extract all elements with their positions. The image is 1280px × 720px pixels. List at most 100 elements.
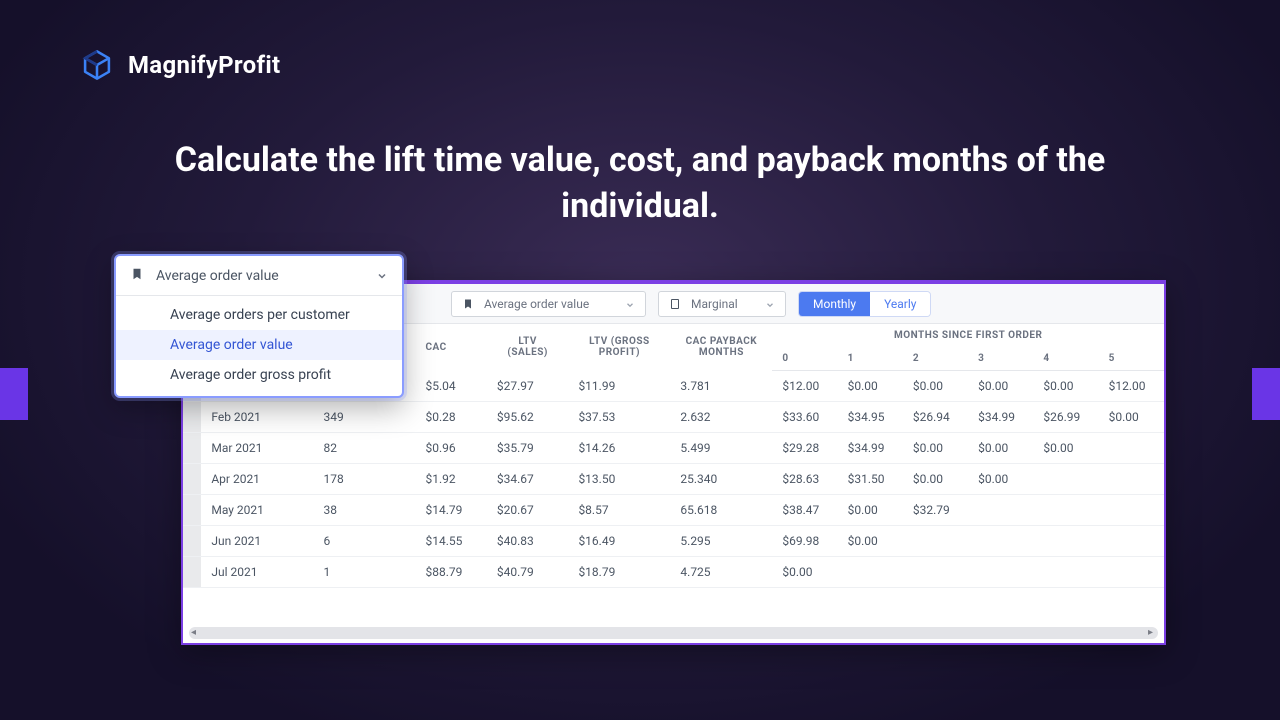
cell: $28.63 bbox=[772, 464, 837, 495]
dropdown-option[interactable]: Average order gross profit bbox=[116, 360, 402, 390]
cell: $69.98 bbox=[772, 526, 837, 557]
cell: 5.295 bbox=[670, 526, 772, 557]
cell: $0.00 bbox=[838, 526, 903, 557]
cell: $0.00 bbox=[903, 464, 968, 495]
cell: Mar 2021 bbox=[201, 433, 313, 464]
cell: 25.340 bbox=[670, 464, 772, 495]
cell: $35.79 bbox=[487, 433, 569, 464]
cell: 4.725 bbox=[670, 557, 772, 588]
table-row: Mar 202182$0.96$35.79$14.265.499$29.28$3… bbox=[183, 433, 1164, 464]
cell: 178 bbox=[314, 464, 416, 495]
cell: $0.00 bbox=[1099, 402, 1164, 433]
headline: Calculate the lift time value, cost, and… bbox=[140, 138, 1140, 230]
cell: Apr 2021 bbox=[201, 464, 313, 495]
cell: 1 bbox=[314, 557, 416, 588]
cell bbox=[1099, 464, 1164, 495]
cell: $33.60 bbox=[772, 402, 837, 433]
file-icon bbox=[669, 298, 681, 310]
cell: $0.00 bbox=[1033, 371, 1098, 402]
cell: $0.00 bbox=[838, 371, 903, 402]
col-month: 1 bbox=[838, 347, 903, 371]
col-months-header: MONTHS SINCE FIRST ORDER bbox=[772, 324, 1164, 347]
cell bbox=[183, 495, 201, 526]
scroll-right-icon: ▸ bbox=[1148, 628, 1156, 638]
cube-icon bbox=[80, 48, 114, 82]
cell: 5.499 bbox=[670, 433, 772, 464]
cell bbox=[1099, 557, 1164, 588]
cell: $0.00 bbox=[903, 433, 968, 464]
cell: $0.28 bbox=[415, 402, 486, 433]
cell: $38.47 bbox=[772, 495, 837, 526]
cell bbox=[1099, 495, 1164, 526]
cell bbox=[1033, 464, 1098, 495]
cell: $5.04 bbox=[415, 371, 486, 402]
metric-select[interactable]: Average order value bbox=[451, 291, 646, 317]
table-row: May 202138$14.79$20.67$8.5765.618$38.47$… bbox=[183, 495, 1164, 526]
scroll-left-icon: ◂ bbox=[191, 628, 199, 638]
col-ltv-gp: LTV (GROSS PROFIT) bbox=[568, 324, 670, 371]
cell: 6 bbox=[314, 526, 416, 557]
horizontal-scrollbar[interactable]: ◂ ▸ bbox=[189, 627, 1158, 639]
decoration-right bbox=[1252, 368, 1280, 420]
cell: 65.618 bbox=[670, 495, 772, 526]
cell: $27.97 bbox=[487, 371, 569, 402]
cell: $0.00 bbox=[903, 371, 968, 402]
cell bbox=[903, 557, 968, 588]
cell bbox=[968, 557, 1033, 588]
cell bbox=[1033, 495, 1098, 526]
cell: Feb 2021 bbox=[201, 402, 313, 433]
cell: $0.00 bbox=[838, 495, 903, 526]
cell bbox=[903, 526, 968, 557]
cell bbox=[968, 526, 1033, 557]
cell: $26.99 bbox=[1033, 402, 1098, 433]
cell: 2.632 bbox=[670, 402, 772, 433]
toggle-yearly[interactable]: Yearly bbox=[870, 292, 930, 316]
table-row: Feb 2021349$0.28$95.62$37.532.632$33.60 $… bbox=[183, 402, 1164, 433]
cell: $14.79 bbox=[415, 495, 486, 526]
metric-dropdown-label: Average order value bbox=[156, 268, 364, 284]
cell: $34.99 bbox=[838, 433, 903, 464]
cell: $31.50 bbox=[838, 464, 903, 495]
cell: $40.83 bbox=[487, 526, 569, 557]
cell: $11.99 bbox=[568, 371, 670, 402]
col-month: 5 bbox=[1099, 347, 1164, 371]
cell: 349 bbox=[314, 402, 416, 433]
table-row: Apr 2021178$1.92$34.67$13.5025.340$28.63… bbox=[183, 464, 1164, 495]
cell bbox=[1099, 526, 1164, 557]
col-month: 4 bbox=[1033, 347, 1098, 371]
cell: $12.00 bbox=[772, 371, 837, 402]
cell: $13.50 bbox=[568, 464, 670, 495]
cell: $20.67 bbox=[487, 495, 569, 526]
cell: $16.49 bbox=[568, 526, 670, 557]
cell: $95.62 bbox=[487, 402, 569, 433]
bookmark-icon bbox=[130, 267, 144, 285]
cell: $37.53 bbox=[568, 402, 670, 433]
cell: $88.79 bbox=[415, 557, 486, 588]
metric-dropdown-open: Average order value Average orders per c… bbox=[114, 254, 404, 398]
chevron-down-icon bbox=[376, 270, 388, 282]
brand-logo: MagnifyProfit bbox=[80, 48, 280, 82]
cell: $14.55 bbox=[415, 526, 486, 557]
cell: $1.92 bbox=[415, 464, 486, 495]
cell: $0.00 bbox=[1033, 433, 1098, 464]
mode-select-label: Marginal bbox=[691, 297, 738, 311]
chevron-down-icon bbox=[765, 299, 775, 309]
cell bbox=[183, 526, 201, 557]
table-row: Jul 20211$88.79$40.79$18.794.725$0.00 bbox=[183, 557, 1164, 588]
toggle-monthly[interactable]: Monthly bbox=[799, 292, 870, 316]
cell: 3.781 bbox=[670, 371, 772, 402]
period-toggle: Monthly Yearly bbox=[798, 291, 931, 317]
cell: May 2021 bbox=[201, 495, 313, 526]
bookmark-icon bbox=[462, 298, 474, 310]
cell: 82 bbox=[314, 433, 416, 464]
cell bbox=[183, 464, 201, 495]
cell: $29.28 bbox=[772, 433, 837, 464]
metric-dropdown-trigger[interactable]: Average order value bbox=[116, 256, 402, 296]
mode-select[interactable]: Marginal bbox=[658, 291, 786, 317]
cell: Jul 2021 bbox=[201, 557, 313, 588]
cell: $14.26 bbox=[568, 433, 670, 464]
dropdown-option[interactable]: Average orders per customer bbox=[116, 300, 402, 330]
dropdown-option[interactable]: Average order value bbox=[116, 330, 402, 360]
col-month: 0 bbox=[772, 347, 837, 371]
cell bbox=[183, 402, 201, 433]
